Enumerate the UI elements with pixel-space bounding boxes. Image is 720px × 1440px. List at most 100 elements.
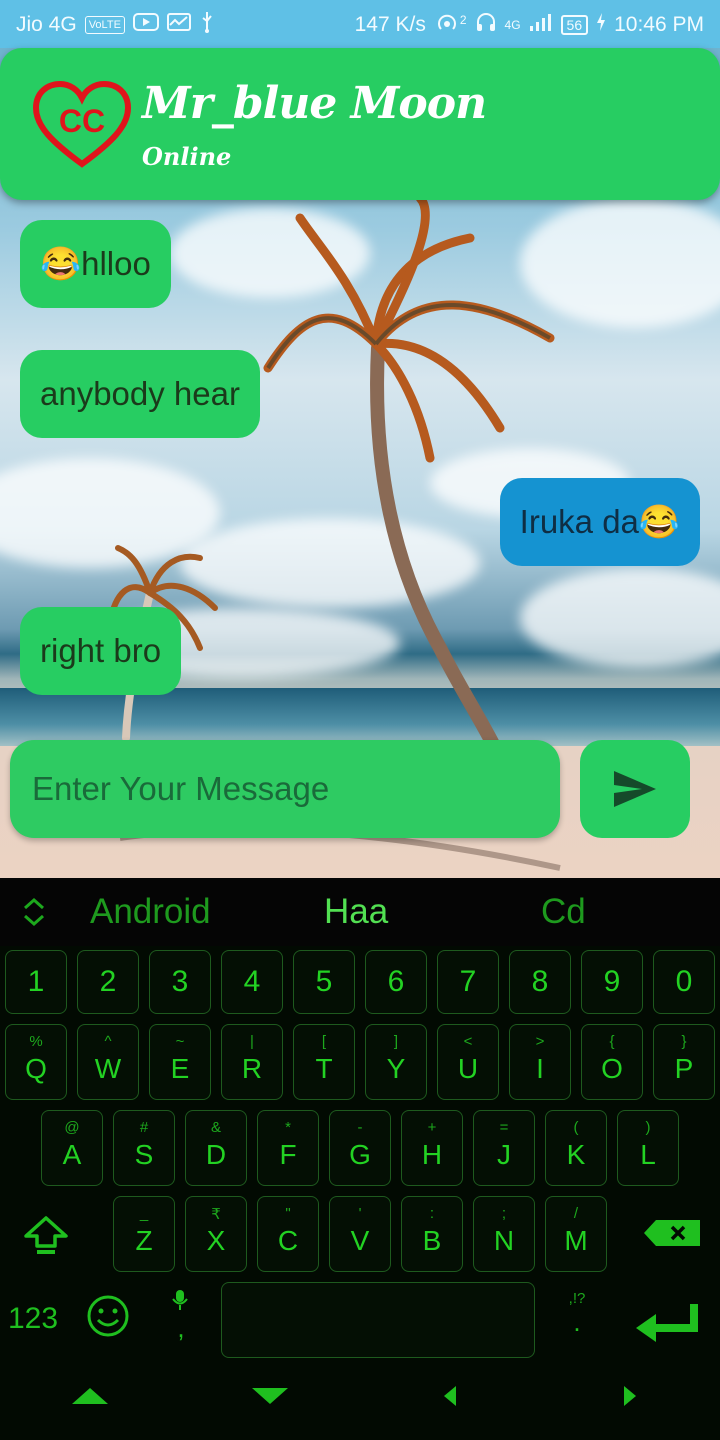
key-y[interactable]: ] Y — [365, 1024, 427, 1100]
arrow-down-icon — [252, 1388, 288, 1404]
message-bubble-incoming[interactable]: anybody hear — [20, 350, 260, 438]
key-i[interactable]: > I — [509, 1024, 571, 1100]
comma-key[interactable]: , — [170, 1288, 192, 1344]
hotspot-count: 2 — [459, 13, 467, 27]
battery-indicator: 56 — [560, 15, 589, 35]
spacebar[interactable] — [221, 1282, 535, 1358]
period-label: . — [573, 1307, 581, 1337]
key-4[interactable]: 4 — [221, 950, 283, 1014]
message-input[interactable] — [10, 740, 560, 838]
key-m[interactable]: / M — [545, 1196, 607, 1272]
arrow-left-icon — [444, 1386, 456, 1406]
hotspot-icon — [434, 11, 460, 39]
key-f[interactable]: * F — [257, 1110, 319, 1186]
keyboard: Android Haa Cd 1 2 3 4 5 6 7 8 9 0 % Q ^ W… — [0, 878, 720, 1440]
cursor-left-key[interactable] — [442, 1384, 458, 1413]
key-2[interactable]: 2 — [77, 950, 139, 1014]
shift-icon — [24, 1216, 68, 1254]
key-n[interactable]: ; N — [473, 1196, 535, 1272]
key-a[interactable]: @ A — [41, 1110, 103, 1186]
cursor-down-key[interactable] — [250, 1386, 290, 1411]
clock: 10:46 PM — [614, 13, 704, 36]
keyboard-keys: 1 2 3 4 5 6 7 8 9 0 % Q ^ W ~ E | R [T ] Y < U… — [0, 946, 720, 1440]
arrow-right-icon — [624, 1386, 636, 1406]
key-p[interactable]: } P — [653, 1024, 715, 1100]
suggestion-bar: Android Haa Cd — [0, 878, 720, 946]
message-text: right bro — [40, 632, 162, 669]
key-u[interactable]: < U — [437, 1024, 499, 1100]
key-z[interactable]: _ Z — [113, 1196, 175, 1272]
chevron-up-down-icon — [24, 897, 44, 927]
key-w[interactable]: ^ W — [77, 1024, 139, 1100]
key-o[interactable]: {O — [581, 1024, 643, 1100]
key-g[interactable]: -G — [329, 1110, 391, 1186]
emoji-key[interactable] — [86, 1294, 130, 1343]
smiley-icon — [87, 1295, 129, 1337]
send-button[interactable] — [580, 740, 690, 838]
message-bubble-outgoing[interactable]: Iruka da😂 — [499, 478, 700, 566]
message-bubble-incoming[interactable]: 😂hlloo — [20, 220, 171, 308]
microphone-icon — [172, 1290, 188, 1310]
shift-key[interactable] — [22, 1214, 70, 1261]
key-6[interactable]: 6 — [365, 950, 427, 1014]
message-input-container — [10, 740, 560, 838]
headphones-icon — [475, 11, 497, 39]
key-q[interactable]: % Q — [5, 1024, 67, 1100]
backspace-icon — [644, 1220, 700, 1246]
comma-label: , — [177, 1313, 185, 1343]
key-7[interactable]: 7 — [437, 950, 499, 1014]
arrow-up-icon — [72, 1388, 108, 1404]
key-3[interactable]: 3 — [149, 950, 211, 1014]
key-d[interactable]: & D — [185, 1110, 247, 1186]
expand-toolbar-button[interactable] — [20, 896, 48, 933]
suggestion-item[interactable]: Cd — [541, 892, 586, 932]
youtube-icon — [132, 13, 159, 37]
usb-icon — [199, 11, 215, 39]
key-s[interactable]: # S — [113, 1110, 175, 1186]
key-v[interactable]: ' V — [329, 1196, 391, 1272]
network-speed: 147 K/s — [354, 13, 426, 36]
key-x[interactable]: ₹ X — [185, 1196, 247, 1272]
carrier-label: Jio 4G — [16, 13, 77, 36]
enter-key[interactable] — [634, 1302, 698, 1347]
app-logo[interactable]: CC — [32, 80, 132, 170]
message-bubble-incoming[interactable]: right bro — [20, 607, 182, 695]
cursor-up-key[interactable] — [70, 1386, 110, 1411]
chat-header: CC Mr_blue Moon Online — [0, 48, 720, 200]
key-0[interactable]: 0 — [653, 950, 715, 1014]
charging-icon — [596, 12, 606, 38]
activity-icon — [166, 13, 191, 37]
key-8[interactable]: 8 — [509, 950, 571, 1014]
enter-icon — [636, 1304, 698, 1342]
period-key[interactable]: ,!? . — [562, 1290, 592, 1338]
suggestion-item[interactable]: Android — [90, 892, 211, 932]
key-t[interactable]: [T — [293, 1024, 355, 1100]
message-text: anybody hear — [40, 375, 240, 412]
key-r[interactable]: | R — [221, 1024, 283, 1100]
status-bar: Jio 4G VoLTE 147 K/s 2 4G 56 10:46 PM — [0, 0, 720, 48]
contact-name: Mr_blue Moon — [142, 78, 487, 129]
logo-text: CC — [59, 103, 105, 139]
volte-badge: VoLTE — [84, 16, 125, 34]
key-5[interactable]: 5 — [293, 950, 355, 1014]
message-text: 😂hlloo — [40, 244, 151, 282]
message-text: Iruka da😂 — [519, 502, 680, 540]
key-h[interactable]: + H — [401, 1110, 463, 1186]
key-1[interactable]: 1 — [5, 950, 67, 1014]
key-c[interactable]: " C — [257, 1196, 319, 1272]
key-l[interactable]: ) L — [617, 1110, 679, 1186]
key-b[interactable]: :B — [401, 1196, 463, 1272]
network-type: 4G — [504, 18, 521, 32]
key-k[interactable]: (K — [545, 1110, 607, 1186]
period-hint: ,!? — [568, 1290, 586, 1307]
key-j[interactable]: = J — [473, 1110, 535, 1186]
contact-status: Online — [142, 142, 232, 171]
cursor-right-key[interactable] — [622, 1384, 638, 1413]
backspace-key[interactable] — [642, 1218, 704, 1253]
send-icon — [614, 771, 656, 807]
key-e[interactable]: ~ E — [149, 1024, 211, 1100]
symbols-key[interactable]: 123 — [8, 1302, 58, 1336]
suggestion-item[interactable]: Haa — [324, 892, 388, 932]
key-9[interactable]: 9 — [581, 950, 643, 1014]
signal-icon — [529, 12, 553, 38]
